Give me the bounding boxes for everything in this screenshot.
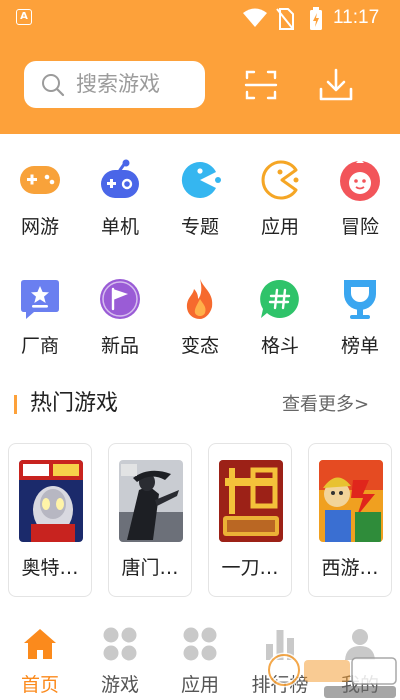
pacman-icon <box>261 160 299 200</box>
category-new[interactable]: 新品 <box>80 277 160 381</box>
category-rankings[interactable]: 榜单 <box>320 277 400 381</box>
home-icon <box>24 629 56 659</box>
apps-grid-icon <box>183 627 217 661</box>
category-label: 应用 <box>260 216 299 238</box>
game-card[interactable]: 奥特… <box>8 443 92 597</box>
scan-icon[interactable] <box>244 68 278 102</box>
game-thumbnail <box>119 460 183 542</box>
category-online-games[interactable]: 网游 <box>0 158 80 262</box>
category-label: 新品 <box>100 335 139 357</box>
game-name: 奥特… <box>21 557 79 579</box>
gamepad-icon <box>20 166 60 194</box>
category-label: 专题 <box>180 216 219 238</box>
header: A 11:17 搜索游戏 <box>0 0 400 134</box>
game-name: 西游… <box>321 557 379 579</box>
game-thumbnail <box>319 460 383 542</box>
category-label: 单机 <box>100 216 139 238</box>
star-badge-icon <box>21 280 59 319</box>
mascot-icon <box>340 159 380 201</box>
status-time: 11:17 <box>333 7 380 28</box>
search-input[interactable]: 搜索游戏 <box>24 61 205 108</box>
tab-home[interactable]: 首页 <box>0 626 80 700</box>
game-card[interactable]: 一刀… <box>208 443 292 597</box>
wifi-icon <box>243 8 267 27</box>
game-thumbnail <box>219 460 283 542</box>
game-card[interactable]: 唐门… <box>108 443 192 597</box>
download-icon[interactable] <box>318 67 354 103</box>
category-label: 网游 <box>20 216 59 238</box>
pacman-ghost-icon <box>181 161 221 198</box>
watermark-logo <box>266 652 397 698</box>
no-sim-icon <box>276 8 294 30</box>
category-fighting[interactable]: 格斗 <box>240 277 320 381</box>
game-name: 一刀… <box>221 557 279 579</box>
hash-chat-icon <box>260 279 299 318</box>
flag-icon <box>100 279 140 319</box>
category-label: 厂商 <box>20 335 59 357</box>
tab-apps[interactable]: 应用 <box>160 626 240 700</box>
game-name: 唐门… <box>121 557 179 579</box>
category-label: 格斗 <box>260 335 299 357</box>
tab-label: 应用 <box>180 674 219 696</box>
game-card[interactable]: 西游… <box>308 443 392 597</box>
tab-label: 游戏 <box>100 674 139 696</box>
category-modded[interactable]: 变态 <box>160 277 240 381</box>
search-placeholder: 搜索游戏 <box>76 72 160 96</box>
status-bar: A 11:17 <box>0 0 400 36</box>
trophy-icon <box>344 280 376 319</box>
section-accent-bar <box>14 395 17 414</box>
category-adventure[interactable]: 冒险 <box>320 158 400 262</box>
controller-icon <box>101 159 139 198</box>
game-thumbnail <box>19 460 83 542</box>
category-label: 榜单 <box>340 335 379 357</box>
games-grid-icon <box>103 627 137 661</box>
tab-games[interactable]: 游戏 <box>80 626 160 700</box>
see-more-link[interactable]: 查看更多> <box>282 392 369 418</box>
category-label: 变态 <box>180 335 219 357</box>
battery-charging-icon <box>310 7 322 30</box>
category-single-player[interactable]: 单机 <box>80 158 160 262</box>
tab-label: 首页 <box>20 674 59 696</box>
flame-icon <box>186 279 213 319</box>
section-title: 热门游戏 <box>30 391 119 416</box>
app-notification-icon: A <box>16 9 32 25</box>
category-publishers[interactable]: 厂商 <box>0 277 80 381</box>
category-topics[interactable]: 专题 <box>160 158 240 262</box>
category-apps[interactable]: 应用 <box>240 158 320 262</box>
category-label: 冒险 <box>340 216 379 238</box>
search-icon <box>42 74 65 97</box>
